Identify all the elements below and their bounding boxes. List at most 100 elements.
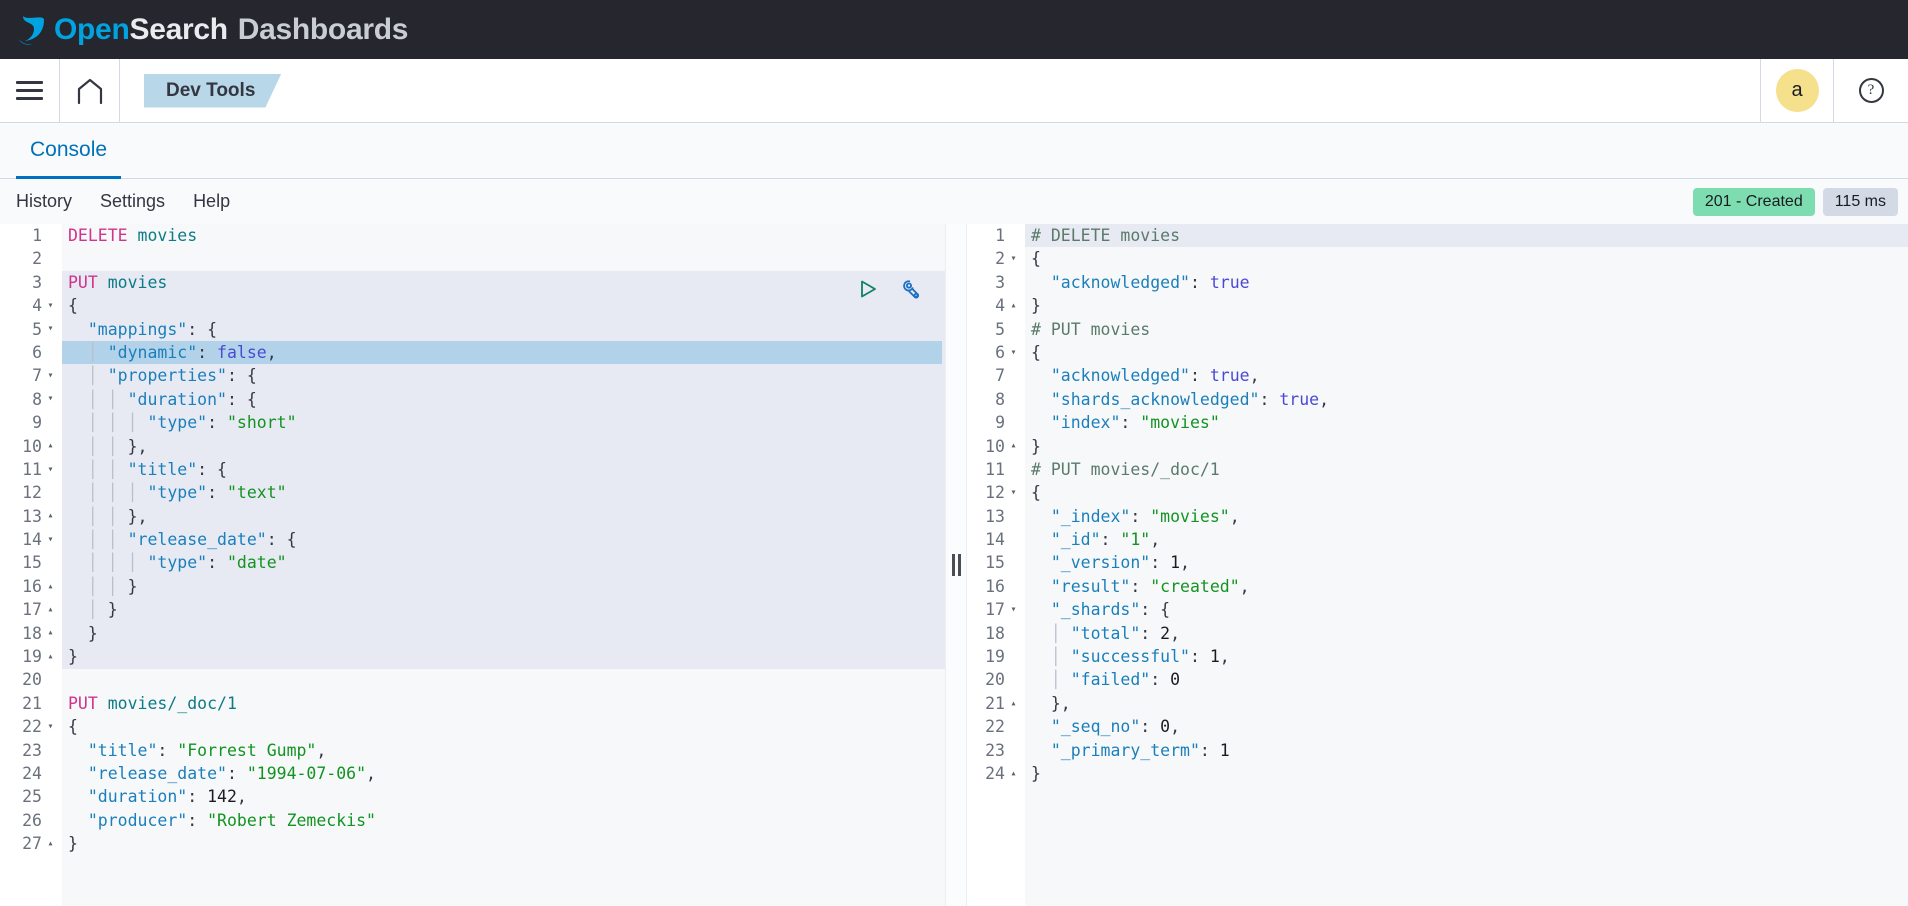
code-line[interactable]: 4 ▴} — [967, 294, 1908, 318]
code-line[interactable]: 1 DELETE movies — [0, 224, 945, 248]
user-menu-button[interactable]: a — [1761, 69, 1833, 112]
fold-toggle-icon[interactable]: ▴ — [45, 441, 56, 451]
code-line[interactable]: 9 │ │ │ "type": "short" — [0, 411, 945, 435]
pane-splitter[interactable] — [945, 224, 967, 906]
opensearch-logo-icon — [14, 11, 52, 49]
code-line[interactable]: 10 ▴} — [967, 434, 1908, 458]
code-line[interactable]: 22 ▾ { — [0, 715, 945, 739]
code-line[interactable]: 19 ▴} — [0, 645, 945, 669]
code-line[interactable]: 19 │ "successful": 1, — [967, 645, 1908, 669]
fold-toggle-icon[interactable]: ▾ — [1008, 487, 1019, 498]
code-line[interactable]: 15 "_version": 1, — [967, 551, 1908, 575]
code-line[interactable]: 5 ▾ "mappings": { — [0, 317, 945, 341]
code-line[interactable]: 3 "acknowledged": true — [967, 270, 1908, 295]
code-line[interactable]: 26 "producer": "Robert Zemeckis" — [0, 808, 945, 833]
menu-item-history[interactable]: History — [16, 191, 72, 212]
help-menu-button[interactable]: ? — [1834, 78, 1908, 103]
code-line[interactable]: 18 ▴ } — [0, 621, 945, 646]
code-line-text: } — [87, 623, 98, 643]
fold-toggle-icon[interactable]: ▴ — [45, 838, 56, 849]
code-line[interactable]: 2 — [0, 247, 945, 271]
code-line[interactable]: 12 ▾ { — [967, 481, 1908, 505]
fold-toggle-icon[interactable]: ▾ — [45, 394, 56, 404]
line-number: 20 — [967, 668, 1025, 692]
code-line[interactable]: 17 ▾ "_shards": { — [967, 598, 1908, 622]
code-line[interactable]: 20 │ "failed": 0 — [967, 668, 1908, 692]
code-line[interactable]: 11 # PUT movies/_doc/1 — [967, 457, 1908, 482]
fold-toggle-icon[interactable]: ▾ — [45, 371, 56, 381]
fold-toggle-icon[interactable]: ▾ — [45, 464, 56, 475]
menu-item-settings[interactable]: Settings — [100, 191, 165, 212]
tab-console[interactable]: Console — [16, 124, 122, 179]
code-line[interactable]: 3 PUT movies — [0, 270, 945, 295]
line-number: 14 — [967, 528, 1025, 552]
code-line[interactable]: 2 ▾ { — [967, 247, 1908, 271]
request-code[interactable]: 1 DELETE movies 2 3 PUT movies 4 ▾ {5 ▾ "mapping… — [0, 224, 945, 856]
send-request-button[interactable] — [855, 276, 881, 302]
code-line[interactable]: 13 ▴ │ │ }, — [0, 504, 945, 529]
code-line[interactable]: 27 ▴} — [0, 832, 945, 856]
code-line[interactable]: 18 │ "total": 2, — [967, 621, 1908, 646]
code-line[interactable]: 9 "index": "movies" — [967, 411, 1908, 435]
code-line[interactable]: 12 │ │ │ "type": "text" — [0, 481, 945, 505]
line-number: 26 — [0, 808, 62, 833]
response-code[interactable]: 1 # DELETE movies 2 ▾ {3 "acknowledged": tru… — [967, 224, 1908, 786]
fold-toggle-icon[interactable]: ▾ — [1008, 347, 1019, 358]
code-line[interactable]: 4 ▾ { — [0, 294, 945, 318]
code-line[interactable]: 7 "acknowledged": true, — [967, 364, 1908, 388]
fold-toggle-icon[interactable]: ▴ — [45, 628, 56, 638]
code-line[interactable]: 16 ▴ │ │ } — [0, 574, 945, 599]
code-line[interactable]: 10 ▴ │ │ }, — [0, 434, 945, 458]
fold-toggle-icon[interactable]: ▴ — [1008, 698, 1019, 709]
code-line[interactable]: 22 "_seq_no": 0, — [967, 715, 1908, 739]
fold-toggle-icon[interactable]: ▴ — [1008, 300, 1019, 311]
fold-toggle-icon[interactable]: ▾ — [45, 534, 56, 545]
line-number: 22 ▾ — [0, 715, 62, 739]
code-line[interactable]: 13 "_index": "movies", — [967, 504, 1908, 529]
code-line[interactable]: 14 ▾ │ │ "release_date": { — [0, 528, 945, 552]
request-editor-pane[interactable]: 1 DELETE movies 2 3 PUT movies 4 ▾ {5 ▾ "mapping… — [0, 224, 945, 906]
code-line[interactable]: 11 ▾ │ │ "title": { — [0, 457, 945, 482]
code-line-text: │ │ }, — [87, 506, 148, 526]
fold-toggle-icon[interactable]: ▴ — [45, 511, 56, 521]
line-number: 8 — [967, 387, 1025, 412]
response-editor-pane[interactable]: 1 # DELETE movies 2 ▾ {3 "acknowledged": tru… — [967, 224, 1908, 906]
code-line[interactable]: 20 — [0, 668, 945, 692]
code-line[interactable]: 14 "_id": "1", — [967, 528, 1908, 552]
request-actions-menu-button[interactable] — [897, 276, 923, 302]
home-button[interactable] — [60, 59, 120, 122]
code-line[interactable]: 21 PUT movies/_doc/1 — [0, 691, 945, 716]
code-line[interactable]: 6 │ "dynamic": false, — [0, 340, 945, 365]
code-line[interactable]: 1 # DELETE movies — [967, 224, 1908, 248]
fold-toggle-icon[interactable]: ▾ — [1008, 254, 1019, 264]
menu-item-help[interactable]: Help — [193, 191, 230, 212]
code-line[interactable]: 23 "_primary_term": 1 — [967, 738, 1908, 762]
app-breadcrumb-dev-tools[interactable]: Dev Tools — [144, 74, 281, 108]
code-line[interactable]: 25 "duration": 142, — [0, 785, 945, 809]
code-line[interactable]: 6 ▾ { — [967, 340, 1908, 365]
fold-toggle-icon[interactable]: ▴ — [1008, 768, 1019, 779]
fold-toggle-icon[interactable]: ▾ — [45, 324, 56, 334]
fold-toggle-icon[interactable]: ▾ — [45, 721, 56, 732]
code-line-text: { — [68, 296, 78, 316]
code-line-text: # PUT movies — [1031, 319, 1151, 339]
code-line[interactable]: 8 "shards_acknowledged": true, — [967, 387, 1908, 412]
fold-toggle-icon[interactable]: ▾ — [1008, 604, 1019, 615]
code-line[interactable]: 17 ▴ │ } — [0, 598, 945, 622]
code-line[interactable]: 7 ▾ │ "properties": { — [0, 364, 945, 388]
code-line[interactable]: 23 "title": "Forrest Gump", — [0, 738, 945, 762]
code-line[interactable]: 16 "result": "created", — [967, 574, 1908, 599]
fold-toggle-icon[interactable]: ▴ — [45, 581, 56, 592]
fold-toggle-icon[interactable]: ▾ — [45, 300, 56, 311]
menu-toggle-button[interactable] — [0, 59, 60, 122]
code-line[interactable]: 24 "release_date": "1994-07-06", — [0, 761, 945, 786]
code-line[interactable]: 8 ▾ │ │ "duration": { — [0, 387, 945, 412]
fold-toggle-icon[interactable]: ▴ — [45, 604, 56, 615]
code-line[interactable]: 21 ▴ }, — [967, 691, 1908, 716]
code-line[interactable]: 24 ▴} — [967, 761, 1908, 786]
fold-toggle-icon[interactable]: ▴ — [45, 651, 56, 662]
hamburger-icon — [16, 81, 43, 100]
code-line[interactable]: 15 │ │ │ "type": "date" — [0, 551, 945, 575]
code-line[interactable]: 5 # PUT movies — [967, 317, 1908, 341]
fold-toggle-icon[interactable]: ▴ — [1008, 441, 1019, 451]
